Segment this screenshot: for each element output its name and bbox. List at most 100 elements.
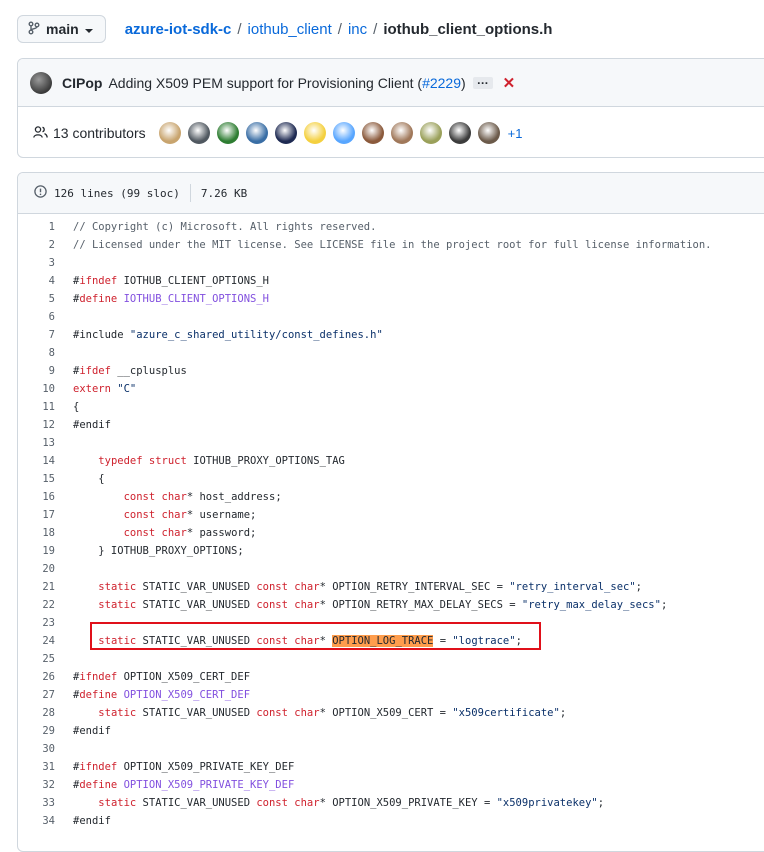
line-number[interactable]: 20	[18, 563, 55, 575]
code-token: char	[294, 599, 320, 611]
code-line: 3	[18, 254, 764, 272]
line-number[interactable]: 12	[18, 419, 55, 431]
avatar[interactable]	[448, 122, 471, 144]
avatar[interactable]	[419, 122, 442, 144]
info-icon	[34, 185, 47, 201]
line-number[interactable]: 14	[18, 455, 55, 467]
avatar[interactable]	[187, 122, 210, 144]
line-number[interactable]: 34	[18, 815, 55, 827]
code-line: 26 #ifndef OPTION_X509_CERT_DEF	[18, 668, 764, 686]
breadcrumb-dir-inc[interactable]: inc	[348, 21, 367, 38]
file-viewer: 126 lines (99 sloc) 7.26 KB 1 // Copyrigh…	[17, 172, 764, 852]
line-number[interactable]: 1	[18, 221, 55, 233]
line-number[interactable]: 33	[18, 797, 55, 809]
code-token: "x509privatekey"	[496, 797, 598, 809]
line-number[interactable]: 21	[18, 581, 55, 593]
breadcrumb-repo-link[interactable]: azure-iot-sdk-c	[125, 21, 232, 38]
line-number[interactable]: 6	[18, 311, 55, 323]
code-token: OPTION_X509_PRIVATE_KEY_DEF	[117, 761, 295, 773]
code-line: 30	[18, 740, 764, 758]
line-code: #define IOTHUB_CLIENT_OPTIONS_H	[55, 293, 269, 305]
code-token: ifdef	[79, 365, 111, 377]
code-token: * OPTION_X509_PRIVATE_KEY =	[319, 797, 497, 809]
failed-status-icon[interactable]: ✕	[503, 74, 516, 92]
code-token: char	[161, 491, 187, 503]
code-token: "logtrace"	[452, 635, 516, 647]
more-contributors-link[interactable]: +1	[508, 126, 523, 141]
avatar[interactable]	[30, 71, 52, 94]
code-token: const	[123, 527, 156, 539]
commit-expand-button[interactable]: …	[472, 74, 493, 89]
code-token: IOTHUB_CLIENT_OPTIONS_H	[117, 275, 269, 287]
commit-message[interactable]: Adding X509 PEM support for Provisioning…	[108, 75, 465, 91]
avatar[interactable]	[158, 122, 181, 144]
code-token: * OPTION_RETRY_MAX_DELAY_SECS =	[319, 599, 522, 611]
line-code: #include "azure_c_shared_utility/const_d…	[55, 329, 383, 341]
avatar[interactable]	[332, 122, 355, 144]
commit-message-text[interactable]: Adding X509 PEM support for Provisioning…	[108, 75, 422, 91]
code-token: define	[79, 779, 118, 791]
code-token: =	[433, 635, 453, 647]
code-listing: 1 // Copyright (c) Microsoft. All rights …	[18, 214, 764, 830]
line-number[interactable]: 18	[18, 527, 55, 539]
line-code: static STATIC_VAR_UNUSED const char* OPT…	[55, 581, 642, 593]
line-number[interactable]: 25	[18, 653, 55, 665]
code-token: #endif	[73, 419, 111, 431]
line-code: typedef struct IOTHUB_PROXY_OPTIONS_TAG	[55, 455, 345, 467]
line-number[interactable]: 22	[18, 599, 55, 611]
code-token: char	[294, 581, 320, 593]
code-line: 17 const char* username;	[18, 506, 764, 524]
code-line: 24 static STATIC_VAR_UNUSED const char* …	[18, 632, 764, 650]
line-number[interactable]: 3	[18, 257, 55, 269]
line-number[interactable]: 32	[18, 779, 55, 791]
code-token: IOTHUB_CLIENT_OPTIONS_H	[123, 293, 269, 305]
code-token: #endif	[73, 815, 111, 827]
code-line: 2 // Licensed under the MIT license. See …	[18, 236, 764, 254]
line-code: #endif	[55, 419, 111, 431]
line-number[interactable]: 17	[18, 509, 55, 521]
code-token: STATIC_VAR_UNUSED	[136, 635, 257, 647]
line-code: static STATIC_VAR_UNUSED const char* OPT…	[55, 599, 667, 611]
code-token: const	[256, 599, 288, 611]
line-number[interactable]: 16	[18, 491, 55, 503]
contributor-avatars	[158, 122, 500, 144]
file-line-count: 126 lines (99 sloc)	[54, 186, 180, 200]
line-code: #define OPTION_X509_CERT_DEF	[55, 689, 250, 701]
code-line: 32 #define OPTION_X509_PRIVATE_KEY_DEF	[18, 776, 764, 794]
avatar[interactable]	[303, 122, 326, 144]
contributors-count[interactable]: 13 contributors	[53, 125, 146, 141]
line-number[interactable]: 13	[18, 437, 55, 449]
avatar[interactable]	[245, 122, 268, 144]
line-number[interactable]: 7	[18, 329, 55, 341]
line-number[interactable]: 23	[18, 617, 55, 629]
line-number[interactable]: 29	[18, 725, 55, 737]
line-number[interactable]: 30	[18, 743, 55, 755]
line-number[interactable]: 27	[18, 689, 55, 701]
line-number[interactable]: 24	[18, 635, 55, 647]
code-line: 34 #endif	[18, 812, 764, 830]
line-number[interactable]: 28	[18, 707, 55, 719]
commit-pr-link[interactable]: #2229	[422, 75, 461, 91]
line-number[interactable]: 15	[18, 473, 55, 485]
line-number[interactable]: 8	[18, 347, 55, 359]
breadcrumb-dir-iothub-client[interactable]: iothub_client	[248, 21, 332, 38]
avatar[interactable]	[477, 122, 500, 144]
line-number[interactable]: 11	[18, 401, 55, 413]
line-number[interactable]: 31	[18, 761, 55, 773]
code-line: 12 #endif	[18, 416, 764, 434]
branch-selector-button[interactable]: main	[17, 15, 106, 43]
avatar[interactable]	[274, 122, 297, 144]
line-number[interactable]: 5	[18, 293, 55, 305]
code-token: static	[98, 797, 137, 809]
avatar[interactable]	[216, 122, 239, 144]
avatar[interactable]	[390, 122, 413, 144]
line-number[interactable]: 2	[18, 239, 55, 251]
avatar[interactable]	[361, 122, 384, 144]
line-number[interactable]: 4	[18, 275, 55, 287]
line-number[interactable]: 19	[18, 545, 55, 557]
commit-author[interactable]: CIPop	[62, 75, 102, 91]
code-token: "retry_max_delay_secs"	[521, 599, 661, 611]
line-number[interactable]: 26	[18, 671, 55, 683]
line-number[interactable]: 10	[18, 383, 55, 395]
line-number[interactable]: 9	[18, 365, 55, 377]
